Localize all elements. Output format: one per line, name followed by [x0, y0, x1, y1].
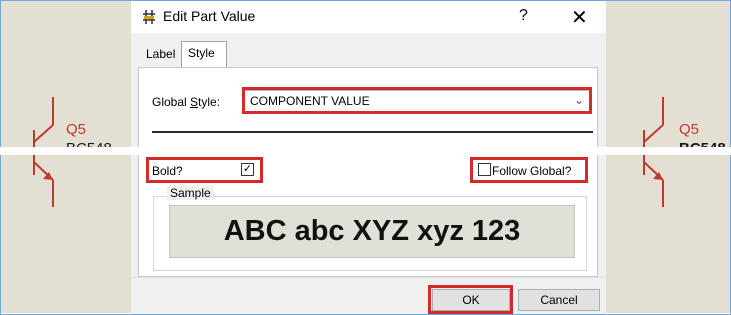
help-button[interactable]: ? [519, 7, 528, 25]
tab-label[interactable]: Label [146, 47, 175, 61]
sample-legend: Sample [167, 186, 214, 200]
style-preview-line [152, 131, 593, 133]
component-reference-left: Q5 [66, 121, 87, 138]
bold-checkbox[interactable]: ✓ [241, 163, 254, 176]
bold-label: Bold? [152, 164, 183, 178]
follow-global-label: Follow Global? [492, 164, 572, 178]
ok-button[interactable]: OK [432, 289, 510, 311]
follow-global-checkbox[interactable] [478, 163, 491, 176]
global-style-select[interactable]: COMPONENT VALUE ⌄ [243, 90, 591, 112]
close-button[interactable]: ✕ [571, 5, 588, 30]
global-style-label: Global Style: [152, 95, 221, 109]
edit-part-app-icon [143, 10, 155, 24]
tab-style[interactable]: Style [181, 41, 227, 67]
chevron-down-icon: ⌄ [573, 93, 584, 107]
component-reference-right: Q5 [679, 121, 700, 138]
global-style-value: COMPONENT VALUE [250, 94, 370, 108]
cancel-button[interactable]: Cancel [518, 289, 600, 311]
dialog-titlebar: Edit Part Value ? ✕ [131, 1, 606, 33]
dialog-title: Edit Part Value [163, 8, 256, 24]
sample-preview: ABC abc XYZ xyz 123 [169, 205, 575, 258]
image-splice-divider [0, 147, 731, 155]
